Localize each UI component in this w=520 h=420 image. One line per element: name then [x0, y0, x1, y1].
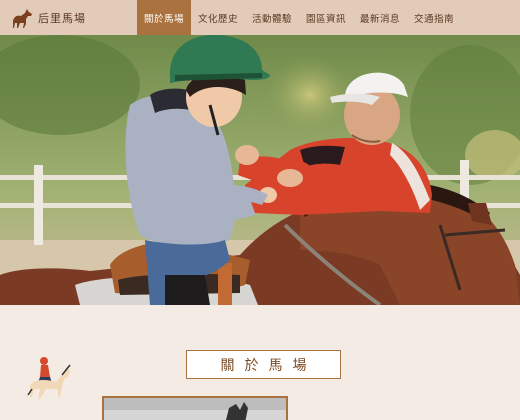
nav-item-culture-history[interactable]: 文化歷史: [191, 0, 245, 35]
brand-logo-link[interactable]: 后里馬場: [0, 0, 137, 35]
hero-photo: [0, 35, 520, 305]
equestrian-rider-icon: [27, 357, 71, 399]
nav-item-activities[interactable]: 活動體驗: [245, 0, 299, 35]
brand-name: 后里馬場: [38, 11, 86, 25]
nav-item-about[interactable]: 關於馬場: [137, 0, 191, 35]
nav-item-transport[interactable]: 交通指南: [407, 0, 461, 35]
nav-menu: 關於馬場 文化歷史 活動體驗 園區資訊 最新消息 交通指南: [137, 0, 461, 35]
nav-item-park-info[interactable]: 園區資訊: [299, 0, 353, 35]
about-title-box: 關於馬場: [186, 350, 341, 379]
nav-item-news[interactable]: 最新消息: [353, 0, 407, 35]
horse-logo-icon: [13, 8, 32, 28]
about-title: 關於馬場: [220, 357, 317, 374]
about-photo: [102, 396, 288, 420]
about-section: 關於馬場: [0, 305, 520, 420]
top-nav-bar: 后里馬場 關於馬場 文化歷史 活動體驗 園區資訊 最新消息 交通指南: [0, 0, 520, 35]
